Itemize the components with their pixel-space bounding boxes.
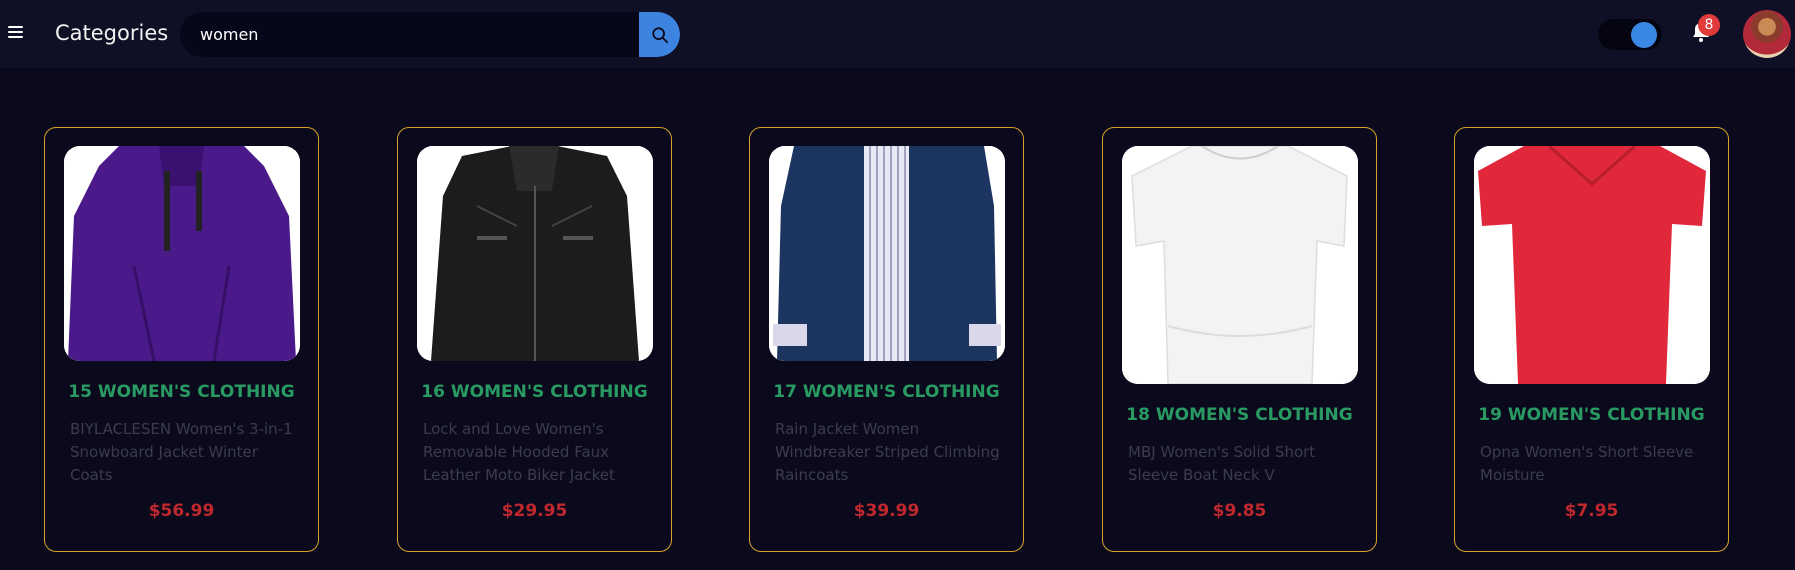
product-image: [769, 146, 1005, 361]
theme-toggle[interactable]: [1598, 19, 1662, 50]
search-bar: [180, 12, 680, 57]
hamburger-icon[interactable]: [8, 26, 23, 38]
product-card[interactable]: 17 WOMEN'S CLOTHING Rain Jacket Women Wi…: [749, 127, 1024, 552]
product-name: Rain Jacket Women Windbreaker Striped Cl…: [775, 420, 1000, 484]
product-price: $29.95: [501, 501, 568, 521]
product-category: 17 WOMEN'S CLOTHING: [773, 382, 1000, 402]
product-category: 16 WOMEN'S CLOTHING: [421, 382, 648, 402]
product-card[interactable]: 15 WOMEN'S CLOTHING BIYLACLESEN Women's …: [44, 127, 319, 552]
search-button[interactable]: [639, 12, 680, 57]
product-image: [417, 146, 653, 361]
product-card[interactable]: 16 WOMEN'S CLOTHING Lock and Love Women'…: [397, 127, 672, 552]
product-price: $56.99: [148, 501, 215, 521]
avatar[interactable]: [1743, 10, 1791, 58]
notification-badge: 8: [1698, 14, 1720, 36]
product-price: $9.85: [1212, 501, 1267, 521]
product-name: Lock and Love Women's Removable Hooded F…: [423, 420, 615, 484]
product-name: MBJ Women's Solid Short Sleeve Boat Neck…: [1128, 443, 1316, 484]
product-image: [1122, 146, 1358, 384]
product-category: 19 WOMEN'S CLOTHING: [1478, 405, 1705, 425]
top-bar: Categories 8: [0, 0, 1795, 68]
page-title: Categories: [55, 21, 169, 45]
product-price: $7.95: [1564, 501, 1619, 521]
product-card[interactable]: 18 WOMEN'S CLOTHING MBJ Women's Solid Sh…: [1102, 127, 1377, 552]
product-category: 15 WOMEN'S CLOTHING: [68, 382, 295, 402]
product-image: [64, 146, 300, 361]
product-image: [1474, 146, 1710, 384]
product-price: $39.99: [853, 501, 920, 521]
toggle-knob: [1631, 22, 1657, 48]
search-input[interactable]: [180, 12, 640, 57]
search-icon: [651, 26, 668, 43]
product-name: Opna Women's Short Sleeve Moisture: [1480, 443, 1694, 484]
product-name: BIYLACLESEN Women's 3-in-1 Snowboard Jac…: [70, 420, 293, 484]
product-card[interactable]: 19 WOMEN'S CLOTHING Opna Women's Short S…: [1454, 127, 1729, 552]
product-category: 18 WOMEN'S CLOTHING: [1126, 405, 1353, 425]
